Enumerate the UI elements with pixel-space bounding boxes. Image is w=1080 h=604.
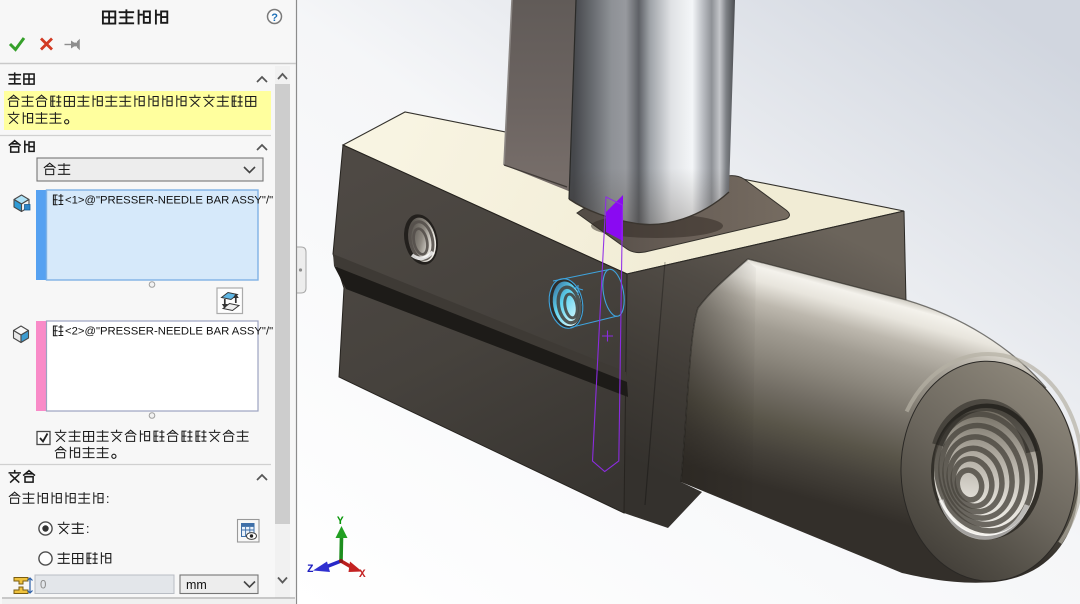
svg-text::: : <box>106 492 109 506</box>
svg-text:?: ? <box>271 12 278 24</box>
svg-text:X: X <box>359 569 366 581</box>
svg-text:<1>@"PRESSER-NEEDLE BAR ASSY"/: <1>@"PRESSER-NEEDLE BAR ASSY"/" <box>65 195 273 207</box>
svg-text:Z: Z <box>307 564 314 576</box>
svg-text:mm: mm <box>186 578 207 592</box>
svg-text:Y: Y <box>337 516 344 528</box>
svg-text:0: 0 <box>40 580 46 592</box>
svg-text::: : <box>86 522 89 536</box>
svg-text:<2>@"PRESSER-NEEDLE BAR ASSY"/: <2>@"PRESSER-NEEDLE BAR ASSY"/" <box>65 326 273 338</box>
